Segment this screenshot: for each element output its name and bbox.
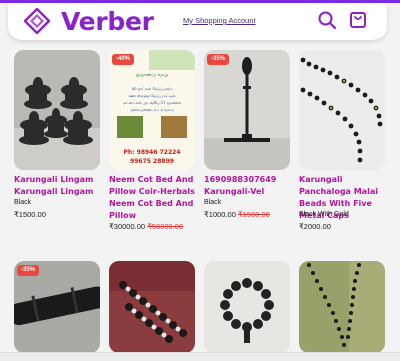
poster-phone: Ph: 98946 72224 (124, 149, 181, 156)
product-image-bracelet[interactable] (204, 261, 290, 353)
poster-line: 40 நாட்கள் வேப்பமரம் (132, 86, 173, 91)
product-image-lingam[interactable] (14, 50, 100, 170)
product-variant: Black (14, 199, 32, 206)
brand-logo-icon[interactable] (23, 7, 51, 35)
product-image-silver-beads[interactable] (109, 261, 195, 353)
product-image-vel[interactable] (204, 50, 290, 170)
current-price: ₹2000.00 (299, 222, 331, 231)
current-price: ₹1000.00 (204, 210, 236, 219)
poster-heading: நூறாண்டு வாழ (136, 72, 169, 78)
product-price: ₹1000.00 ₹1500.00 (204, 210, 270, 220)
discount-badge: -35% (207, 54, 230, 65)
product-image-malai-beads[interactable] (299, 50, 385, 170)
discount-badge: -40% (112, 54, 135, 65)
poster-line: ஊற வைத்த வேப்பு கட்டில் (129, 93, 177, 98)
old-price: ₹50000.00 (147, 222, 184, 231)
old-price: ₹1500.00 (237, 210, 270, 219)
product-image-mala[interactable] (299, 261, 385, 353)
product-price: ₹1500.00 (14, 210, 46, 220)
discount-badge: -35% (17, 265, 40, 276)
my-account-link[interactable]: My Shopping Account (183, 15, 256, 27)
product-name[interactable]: Neem Cot Bed And Pillow Coir-Herbals Nee… (109, 174, 199, 222)
product-price: ₹2000.00 (299, 222, 331, 232)
site-header: Verber My Shopping Account (8, 3, 387, 40)
product-name[interactable]: 1690988307649 Karungali-Vel (204, 174, 294, 198)
current-price: ₹30000.00 (109, 222, 146, 231)
search-icon[interactable] (317, 10, 337, 30)
product-price: ₹30000.00 ₹50000.00 (109, 222, 183, 232)
bottom-nav-bar (0, 352, 400, 361)
product-variant: Black (204, 199, 222, 206)
shopping-bag-icon[interactable] (348, 10, 368, 30)
brand-name[interactable]: Verber (61, 7, 154, 37)
product-name[interactable]: Karungali Lingam Karungali Lingam (14, 174, 104, 198)
product-image-neem-cot[interactable]: நூறாண்டு வாழ 40 நாட்கள் வேப்பமரம் ஊற வைத… (109, 50, 195, 170)
poster-line: தலையணை, உடல் நலம் (131, 107, 174, 112)
poster-phone: 99675 28899 (130, 158, 174, 165)
product-variant: Black With Gold (299, 211, 349, 218)
current-price: ₹1500.00 (14, 210, 46, 219)
